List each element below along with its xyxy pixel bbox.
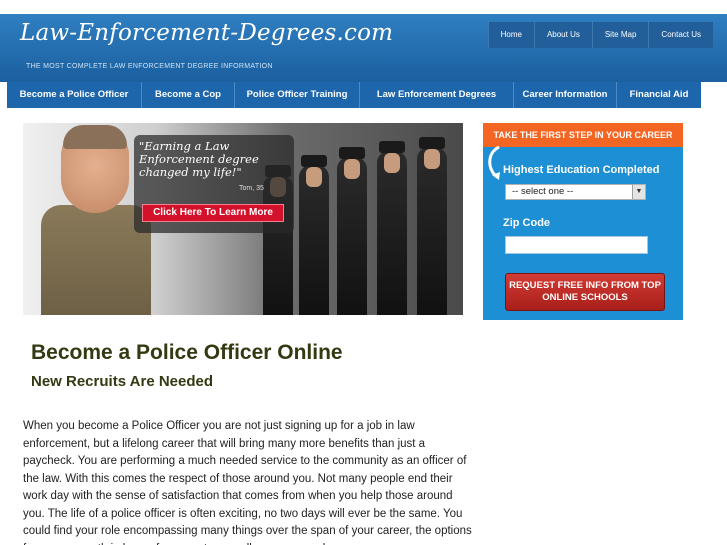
- chevron-down-icon[interactable]: ▼: [632, 185, 645, 199]
- education-label: Highest Education Completed: [503, 164, 660, 176]
- body-paragraph: When you become a Police Officer you are…: [23, 420, 472, 545]
- education-select-value: -- select one --: [512, 186, 574, 197]
- form-header: TAKE THE FIRST STEP IN YOUR CAREER: [483, 123, 683, 147]
- nav-career-information[interactable]: Career Information: [514, 82, 617, 108]
- learn-more-button[interactable]: Click Here To Learn More: [142, 204, 284, 222]
- page-title: Become a Police Officer Online: [31, 341, 343, 364]
- nav-law-enforcement-degrees[interactable]: Law Enforcement Degrees: [360, 82, 514, 108]
- testimonial-quote: "Earning a Law Enforcement degree change…: [139, 139, 259, 179]
- nav-financial-aid[interactable]: Financial Aid: [617, 82, 701, 108]
- page-subtitle: New Recruits Are Needed: [31, 373, 214, 390]
- top-nav-about-us[interactable]: About Us: [533, 22, 592, 48]
- nav-become-cop[interactable]: Become a Cop: [142, 82, 235, 108]
- top-nav-contact-us[interactable]: Contact Us: [648, 22, 713, 48]
- lead-form: TAKE THE FIRST STEP IN YOUR CAREER Highe…: [483, 123, 683, 320]
- hero-banner[interactable]: "Earning a Law Enforcement degree change…: [23, 123, 463, 315]
- site-header: Law-Enforcement-Degrees.com THE MOST COM…: [0, 14, 727, 82]
- zip-code-input[interactable]: [505, 236, 648, 254]
- curved-arrow-icon: [488, 145, 500, 180]
- nav-become-police-officer[interactable]: Become a Police Officer: [7, 82, 142, 108]
- education-select[interactable]: -- select one -- ▼: [505, 184, 646, 200]
- testimonial-attribution: Tom, 35: [239, 185, 264, 192]
- top-nav-site-map[interactable]: Site Map: [591, 22, 649, 48]
- top-nav: Home About Us Site Map Contact Us: [487, 22, 713, 48]
- request-info-button[interactable]: REQUEST FREE INFO FROM TOP ONLINE SCHOOL…: [505, 273, 665, 311]
- site-tagline: THE MOST COMPLETE LAW ENFORCEMENT DEGREE…: [26, 63, 273, 70]
- zip-label: Zip Code: [503, 217, 551, 229]
- main-nav: Become a Police Officer Become a Cop Pol…: [7, 82, 701, 108]
- site-title[interactable]: Law-Enforcement-Degrees.com: [20, 20, 393, 46]
- top-nav-home[interactable]: Home: [487, 22, 534, 48]
- nav-police-officer-training[interactable]: Police Officer Training: [235, 82, 360, 108]
